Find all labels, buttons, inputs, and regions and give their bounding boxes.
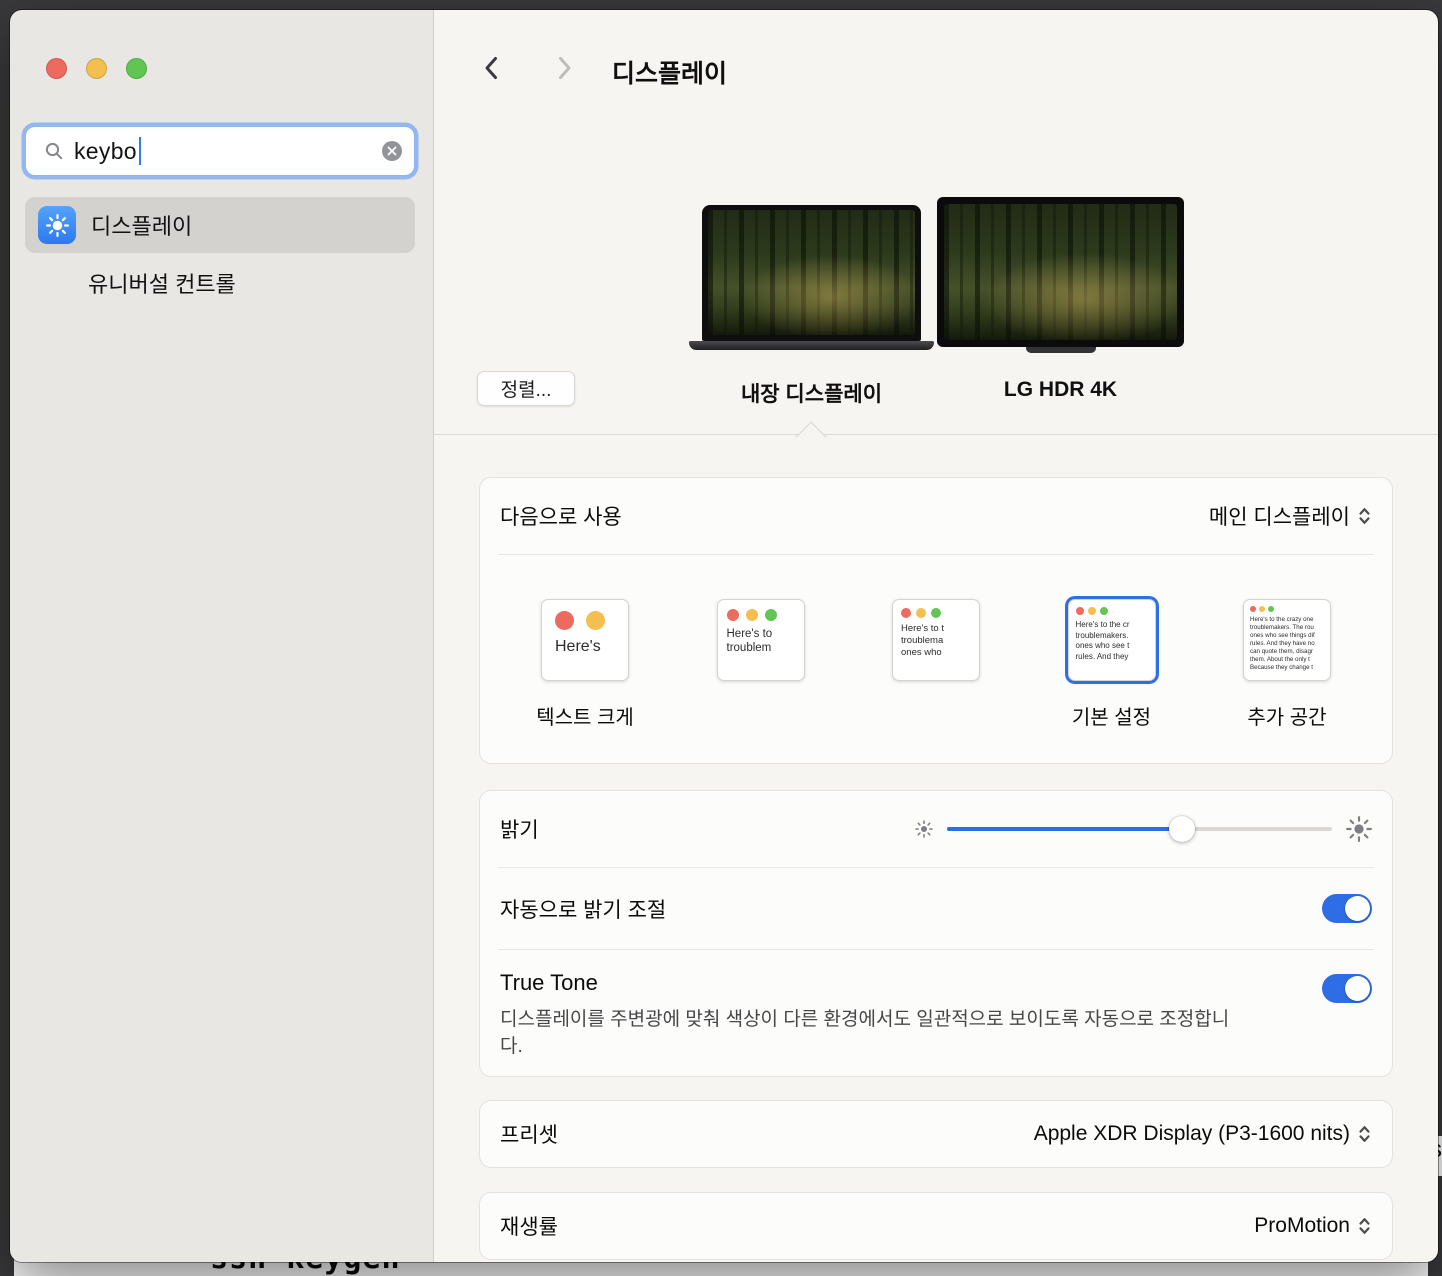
true-tone-row: True Tone 디스플레이를 주변광에 맞춰 색상이 다른 환경에서도 일관… — [480, 950, 1392, 1076]
scaling-preview: Here's totroublem — [717, 599, 805, 681]
scaling-option-label: 기본 설정 — [1072, 701, 1151, 730]
preview-traffic-lights — [1244, 600, 1330, 612]
preview-text: Here's — [542, 630, 628, 656]
preset-row: 프리셋 Apple XDR Display (P3-1600 nits) — [480, 1101, 1392, 1167]
preset-card: 프리셋 Apple XDR Display (P3-1600 nits) — [479, 1100, 1393, 1168]
refresh-rate-label: 재생률 — [500, 1211, 558, 1241]
true-tone-label: True Tone — [500, 970, 1230, 996]
sidebar-item-label: 디스플레이 — [91, 209, 192, 241]
preset-label: 프리셋 — [500, 1119, 558, 1149]
sidebar-item-label: 유니버설 컨트롤 — [88, 267, 236, 299]
popup-chevrons-icon — [1357, 1215, 1372, 1237]
text-caret — [139, 137, 141, 165]
sidebar-item-universal-control[interactable]: 유니버설 컨트롤 — [25, 261, 415, 305]
use-as-popup[interactable]: 메인 디스플레이 — [1209, 501, 1372, 531]
sidebar-item-display[interactable]: 디스플레이 — [25, 197, 415, 253]
scaling-option-2[interactable]: Here's totroublem — [711, 599, 811, 763]
laptop-screen — [702, 205, 921, 341]
external-display-name: LG HDR 4K — [937, 378, 1184, 402]
popup-chevrons-icon — [1357, 505, 1372, 527]
monitor-bezel — [937, 197, 1184, 347]
system-settings-window: keybo 디스플레이 유니버설 컨트롤 — [10, 10, 1438, 1262]
external-display-thumbnail[interactable] — [937, 197, 1184, 353]
refresh-rate-row: 재생률 ProMotion — [480, 1193, 1392, 1259]
selected-display-pointer — [795, 421, 826, 452]
use-as-row: 다음으로 사용 메인 디스플레이 — [480, 478, 1392, 554]
brightness-slider[interactable] — [947, 815, 1332, 843]
sidebar: keybo 디스플레이 유니버설 컨트롤 — [10, 10, 434, 1262]
slider-knob[interactable] — [1169, 816, 1195, 842]
preview-traffic-lights — [1069, 600, 1155, 615]
auto-brightness-label: 자동으로 밝기 조절 — [500, 894, 666, 924]
auto-brightness-toggle[interactable] — [1322, 894, 1372, 923]
scaling-option-3[interactable]: Here's to ttroublemaones who — [886, 599, 986, 763]
wallpaper-image — [944, 204, 1177, 340]
resolution-card: 다음으로 사용 메인 디스플레이 Here's 텍스트 크게 — [479, 477, 1393, 764]
clear-search-button[interactable] — [382, 141, 402, 161]
builtin-display-name: 내장 디스플레이 — [689, 378, 934, 408]
scaling-option-label: 추가 공간 — [1247, 701, 1326, 730]
use-as-value: 메인 디스플레이 — [1209, 501, 1350, 531]
arrange-button[interactable]: 정렬... — [477, 371, 575, 406]
preview-traffic-lights — [893, 600, 979, 618]
search-icon — [44, 141, 64, 161]
preset-popup[interactable]: Apple XDR Display (P3-1600 nits) — [1034, 1122, 1372, 1146]
display-settings-pane: 디스플레이 내장 디스플레이 LG HDR 4K 정렬... 다음으로 사용 — [434, 10, 1438, 1262]
brightness-label: 밝기 — [500, 814, 539, 844]
scaling-option-default[interactable]: Here's to the crtroublemakers.ones who s… — [1062, 599, 1162, 763]
preview-text: Here's totroublem — [718, 621, 804, 655]
close-button[interactable] — [46, 58, 67, 79]
brightness-dim-icon — [915, 820, 933, 838]
true-tone-toggle[interactable] — [1322, 974, 1372, 1003]
back-button[interactable] — [474, 50, 510, 86]
desktop-background: ssh-keygen s keybo — [0, 0, 1442, 1276]
scaling-options-row: Here's 텍스트 크게 Here's totroublem — [480, 555, 1392, 763]
scaling-preview: Here's to the crazy onetroublemakers. Th… — [1243, 599, 1331, 681]
scaling-option-more-space[interactable]: Here's to the crazy onetroublemakers. Th… — [1237, 599, 1337, 763]
monitor-stand — [1026, 347, 1096, 353]
scaling-preview-selected: Here's to the crtroublemakers.ones who s… — [1068, 599, 1156, 681]
page-title: 디스플레이 — [612, 54, 727, 90]
wallpaper-image — [708, 210, 915, 335]
zoom-button[interactable] — [126, 58, 147, 79]
toggle-knob — [1345, 976, 1370, 1001]
preview-text: Here's to the crazy onetroublemakers. Th… — [1244, 612, 1330, 672]
scaling-preview: Here's to ttroublemaones who — [892, 599, 980, 681]
search-text: keybo — [74, 138, 137, 165]
display-brightness-icon — [38, 206, 76, 244]
toggle-knob — [1345, 896, 1370, 921]
auto-brightness-row: 자동으로 밝기 조절 — [480, 868, 1392, 949]
preview-traffic-lights — [718, 600, 804, 621]
preview-traffic-lights — [542, 600, 628, 630]
search-input[interactable]: keybo — [25, 126, 415, 176]
refresh-rate-card: 재생률 ProMotion — [479, 1192, 1393, 1260]
brightness-row: 밝기 — [480, 791, 1392, 867]
scaling-option-label: 텍스트 크게 — [536, 701, 634, 730]
preview-text: Here's to ttroublemaones who — [893, 618, 979, 659]
brightness-card: 밝기 자동으로 밝기 조절 — [479, 790, 1393, 1077]
preset-value: Apple XDR Display (P3-1600 nits) — [1034, 1122, 1350, 1146]
use-as-label: 다음으로 사용 — [500, 501, 622, 531]
window-controls — [46, 58, 147, 79]
forward-button[interactable] — [546, 50, 582, 86]
minimize-button[interactable] — [86, 58, 107, 79]
refresh-rate-popup[interactable]: ProMotion — [1254, 1214, 1372, 1238]
brightness-bright-icon — [1346, 816, 1372, 842]
laptop-base — [689, 341, 934, 350]
scaling-preview: Here's — [541, 599, 629, 681]
true-tone-description: 디스플레이를 주변광에 맞춰 색상이 다른 환경에서도 일관적으로 보이도록 자… — [500, 1006, 1230, 1060]
builtin-display-thumbnail[interactable] — [689, 205, 934, 350]
scaling-option-larger-text[interactable]: Here's 텍스트 크게 — [535, 599, 635, 763]
popup-chevrons-icon — [1357, 1123, 1372, 1145]
section-divider — [434, 434, 1438, 435]
refresh-rate-value: ProMotion — [1254, 1214, 1350, 1238]
slider-fill — [947, 827, 1182, 831]
preview-text: Here's to the crtroublemakers.ones who s… — [1069, 615, 1155, 662]
